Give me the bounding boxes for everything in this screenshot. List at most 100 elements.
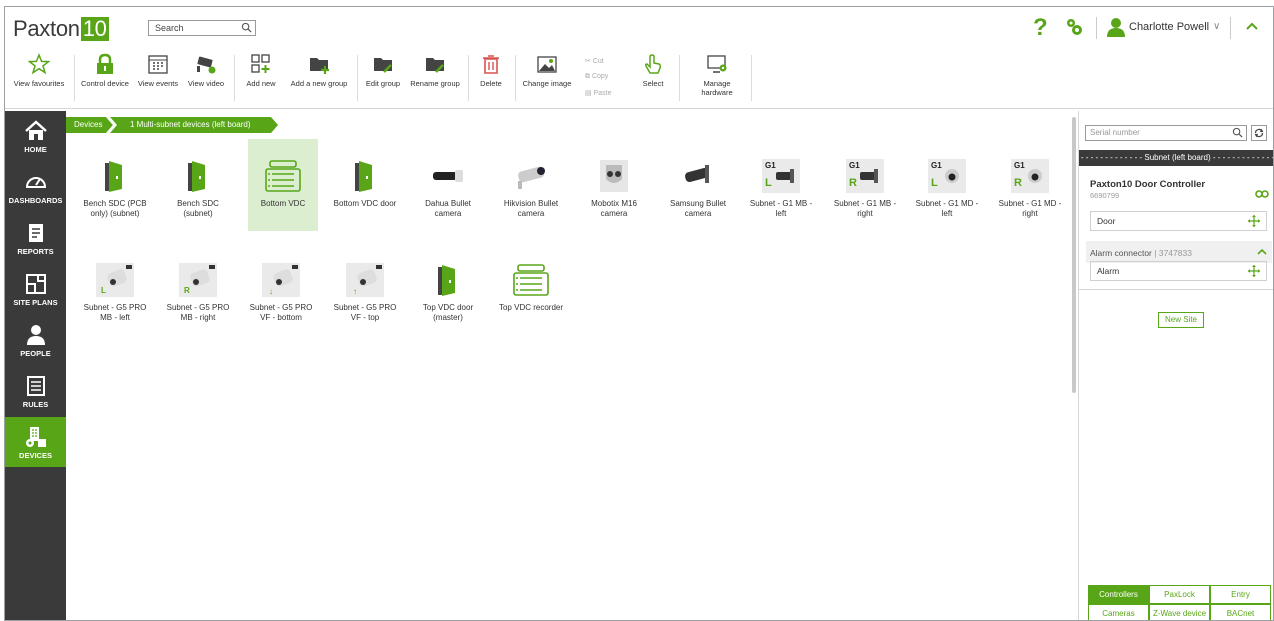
device-tile[interactable]: Bench SDC (PCB only) (subnet) — [80, 147, 150, 239]
move-handle-icon[interactable] — [1248, 215, 1260, 227]
move-handle-icon[interactable] — [1248, 265, 1260, 277]
controller-serial: 6690799 — [1090, 191, 1120, 200]
tab-zwave-device[interactable]: Z-Wave device — [1149, 604, 1210, 620]
tab-cameras[interactable]: Cameras — [1088, 604, 1149, 620]
add-new-button[interactable]: Add new — [238, 49, 284, 107]
paste-button[interactable]: ▤ Paste — [585, 89, 611, 105]
device-label: VF - top — [350, 313, 380, 322]
main-scrollbar[interactable] — [1072, 117, 1076, 393]
device-label: Bench SDC (PCB — [83, 199, 147, 208]
door-slot[interactable]: Door — [1090, 211, 1267, 231]
nav-devices-label: DEVICES — [19, 451, 52, 460]
delete-button[interactable]: Delete — [471, 49, 511, 107]
g1-camera-icon: G1 R — [846, 159, 884, 193]
search-icon[interactable] — [1232, 127, 1243, 138]
device-label: right — [1022, 209, 1038, 218]
tab-paxlock[interactable]: PaxLock — [1149, 585, 1210, 604]
image-icon — [537, 56, 557, 73]
nav-dashboards[interactable]: DASHBOARDS — [5, 162, 66, 212]
device-tile[interactable]: Bench SDC (subnet) — [163, 147, 233, 239]
chevron-down-icon[interactable]: ∨ — [1213, 21, 1220, 32]
edit-group-label: Edit group — [365, 79, 401, 88]
device-tile[interactable]: G1 L Subnet - G1 MB - left — [746, 147, 816, 239]
hardware-panel: Serial number - - - - - - - - - - - - - … — [1078, 111, 1273, 620]
device-tile[interactable]: ↓ Subnet - G5 PRO VF - bottom — [246, 251, 316, 343]
nav-reports[interactable]: REPORTS — [5, 213, 66, 263]
copy-button[interactable]: ⧉ Copy — [585, 73, 611, 89]
manage-hardware-button[interactable]: Manage hardware — [690, 49, 744, 107]
add-group-button[interactable]: Add a new group — [284, 49, 354, 107]
nav-rules[interactable]: RULES — [5, 366, 66, 416]
device-tile[interactable]: Dahua Bullet camera — [413, 147, 483, 239]
alarm-slot[interactable]: Alarm — [1090, 261, 1267, 281]
refresh-icon[interactable] — [1251, 125, 1267, 141]
link-icon[interactable] — [1255, 189, 1269, 199]
user-name[interactable]: Charlotte Powell — [1129, 21, 1209, 33]
device-label: Subnet - G5 PRO — [166, 303, 230, 312]
user-avatar-icon[interactable] — [1107, 17, 1125, 37]
cctv-camera-icon — [197, 56, 216, 74]
device-tile[interactable]: G1 R Subnet - G1 MB - right — [830, 147, 900, 239]
padlock-icon — [97, 53, 113, 74]
device-tile-selected[interactable]: Bottom VDC — [248, 139, 318, 231]
view-video-button[interactable]: View video — [183, 49, 229, 107]
search-input[interactable]: Search — [148, 20, 256, 36]
device-tile[interactable]: G1 L Subnet - G1 MD - left — [912, 147, 982, 239]
tab-controllers[interactable]: Controllers — [1088, 585, 1149, 604]
device-tile[interactable]: Hikvision Bullet camera — [496, 147, 566, 239]
tab-bacnet[interactable]: BACnet — [1210, 604, 1271, 620]
select-button[interactable]: Select — [633, 49, 673, 107]
controller-title: Paxton10 Door Controller — [1090, 179, 1206, 190]
subnet-header: - - - - - - - - - - - - - Subnet (left b… — [1079, 150, 1273, 166]
divider — [1230, 17, 1231, 39]
breadcrumb-devices[interactable]: Devices — [66, 117, 102, 133]
cut-button[interactable]: ✂ Cut — [585, 57, 611, 73]
tab-entry[interactable]: Entry — [1210, 585, 1271, 604]
alarm-connector-serial: 3747833 — [1158, 248, 1192, 258]
nav-people[interactable]: PEOPLE — [5, 315, 66, 365]
nav-people-label: PEOPLE — [20, 349, 51, 358]
change-image-button[interactable]: Change image — [518, 49, 576, 107]
vdc-icon — [513, 264, 549, 296]
device-tile[interactable]: Samsung Bullet camera — [663, 147, 733, 239]
svg-text:G1: G1 — [765, 161, 776, 170]
nav-home[interactable]: HOME — [5, 111, 66, 161]
chevron-up-icon[interactable] — [1257, 247, 1267, 255]
help-icon[interactable]: ? — [1033, 14, 1048, 42]
nav-site-plans[interactable]: SITE PLANS — [5, 264, 66, 314]
control-device-button[interactable]: Control device — [77, 49, 133, 107]
alarm-connector-label: Alarm connector — [1090, 248, 1152, 258]
person-icon — [26, 325, 45, 345]
device-label: Subnet - G5 PRO — [249, 303, 313, 312]
alarm-slot-label: Alarm — [1097, 266, 1120, 276]
edit-group-button[interactable]: Edit group — [360, 49, 406, 107]
device-tile[interactable]: Bottom VDC door — [330, 147, 400, 239]
search-icon[interactable] — [241, 22, 252, 33]
device-tile[interactable]: G1 R Subnet - G1 MD - right — [995, 147, 1065, 239]
panel-divider — [1079, 289, 1273, 290]
view-events-button[interactable]: View events — [134, 49, 182, 107]
new-site-button[interactable]: New Site — [1158, 312, 1204, 328]
device-tile[interactable]: ↑ Subnet - G5 PRO VF - top — [330, 251, 400, 343]
svg-text:↓: ↓ — [269, 287, 273, 296]
collapse-ribbon-icon[interactable] — [1245, 19, 1259, 33]
add-folder-icon — [310, 58, 329, 74]
breadcrumb-current[interactable]: 1 Multi-subnet devices (left board) — [122, 117, 251, 133]
view-favourites-button[interactable]: View favourites — [5, 49, 73, 107]
nav-devices[interactable]: DEVICES — [5, 417, 66, 467]
device-tile[interactable]: Mobotix M16 camera — [579, 147, 649, 239]
settings-gears-icon[interactable] — [1065, 17, 1083, 37]
device-tile[interactable]: R Subnet - G5 PRO MB - right — [163, 251, 233, 343]
device-label: left — [775, 209, 787, 218]
device-tile[interactable]: L Subnet - G5 PRO MB - left — [80, 251, 150, 343]
hand-pointer-icon — [644, 54, 662, 74]
manage-hardware-label-line1: Manage — [703, 79, 731, 88]
siteplan-icon — [25, 274, 46, 294]
device-label: Dahua Bullet — [425, 199, 471, 208]
rename-group-button[interactable]: Rename group — [406, 49, 464, 107]
svg-text:R: R — [849, 177, 857, 189]
device-tile[interactable]: Top VDC recorder — [491, 251, 571, 343]
device-tile[interactable]: Top VDC door (master) — [413, 251, 483, 343]
serial-number-input[interactable]: Serial number — [1085, 125, 1247, 141]
delete-label: Delete — [480, 79, 502, 88]
